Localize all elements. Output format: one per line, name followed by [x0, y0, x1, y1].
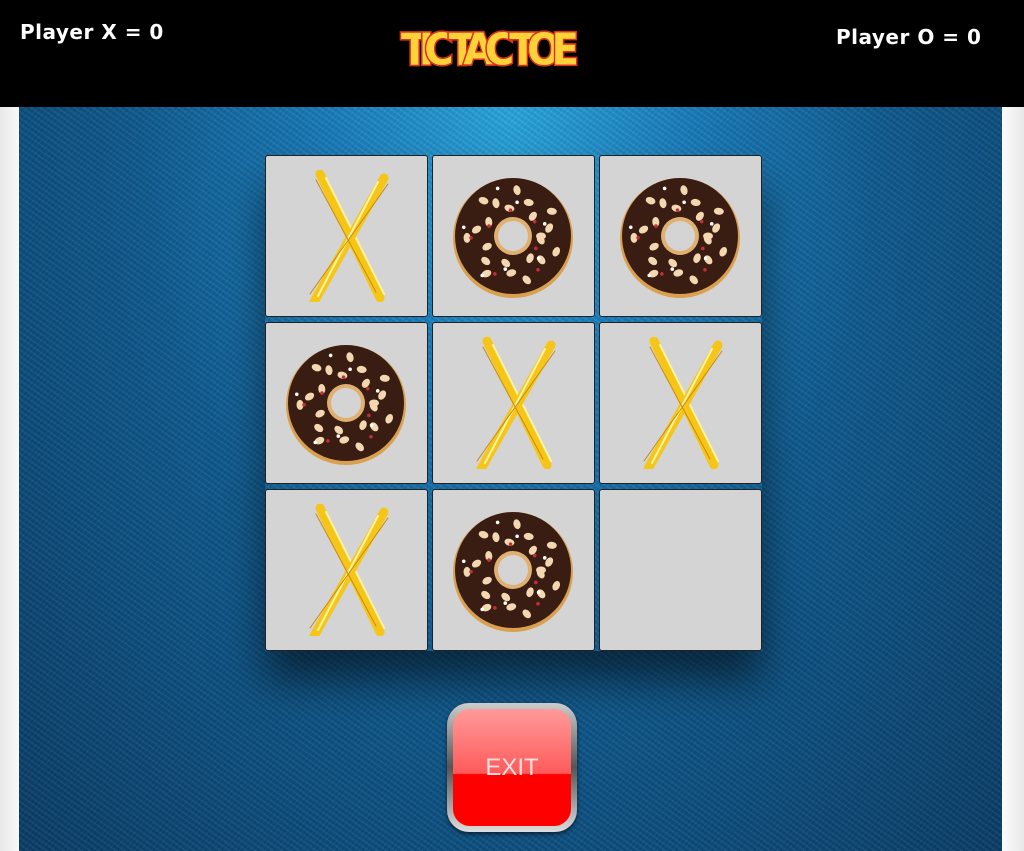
exit-button[interactable]: EXIT	[447, 703, 577, 832]
board-cell-5[interactable]	[432, 322, 595, 484]
game-board	[265, 155, 762, 651]
board-cell-1[interactable]	[265, 155, 428, 317]
board-cell-4[interactable]	[265, 322, 428, 484]
board-cell-6[interactable]	[599, 322, 762, 484]
x-mark-icon	[309, 504, 389, 636]
exit-label: EXIT	[453, 709, 571, 826]
donut-o-icon	[453, 178, 573, 298]
player-o-score: Player O = 0	[836, 25, 982, 49]
game-area: EXIT	[19, 107, 1002, 851]
player-x-score: Player X = 0	[20, 20, 164, 44]
board-cell-7[interactable]	[265, 489, 428, 651]
x-mark-icon	[643, 337, 723, 469]
header: Player X = 0 TIC TAC TOE Player O = 0	[0, 0, 1024, 107]
x-mark-icon	[309, 170, 389, 302]
game-logo: TIC TAC TOE	[399, 22, 580, 72]
board-cell-2[interactable]	[432, 155, 595, 317]
board-cell-8[interactable]	[432, 489, 595, 651]
donut-o-icon	[453, 512, 573, 632]
donut-o-icon	[620, 178, 740, 298]
donut-o-icon	[286, 345, 406, 465]
x-mark-icon	[476, 337, 556, 469]
board-cell-9[interactable]	[599, 489, 762, 651]
board-cell-3[interactable]	[599, 155, 762, 317]
svg-text:TIC TAC TOE: TIC TAC TOE	[401, 24, 577, 72]
